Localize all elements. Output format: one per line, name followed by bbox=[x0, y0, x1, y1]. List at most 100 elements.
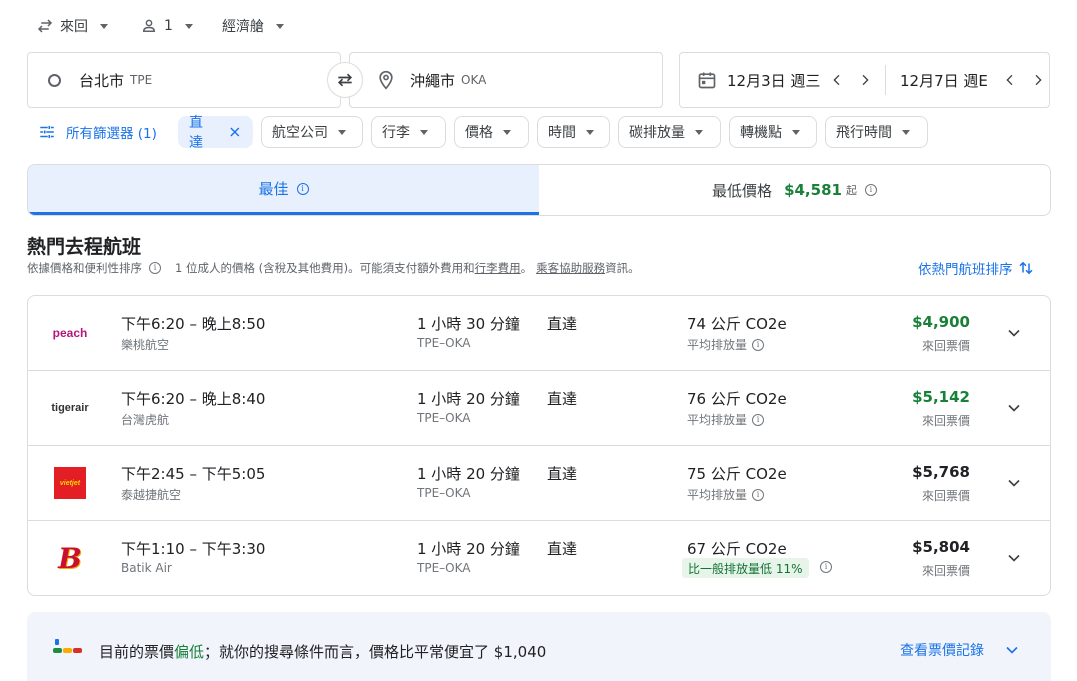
chevron-down-icon[interactable] bbox=[1004, 398, 1024, 418]
flight-row[interactable]: B 下午1:10 – 下午3:30 Batik Air 1 小時 20 分鐘 T… bbox=[28, 521, 1050, 595]
return-date[interactable]: 12月7日 週E bbox=[900, 70, 994, 91]
tab-cheapest-price: $4,581 bbox=[784, 181, 842, 199]
assistance-link[interactable]: 乘客協助服務 bbox=[536, 260, 605, 276]
info-icon[interactable]: i bbox=[820, 561, 832, 573]
emissions-note-text: 平均排放量 bbox=[687, 488, 748, 502]
insight-text-b: ；就你的搜尋條件而言，價格比平常便宜了 $1,040 bbox=[204, 643, 547, 661]
emissions-note-text: 平均排放量 bbox=[687, 413, 748, 427]
caret-down-icon bbox=[792, 129, 800, 135]
peach-logo-text: peach bbox=[52, 326, 88, 340]
flight-duration: 1 小時 20 分鐘 bbox=[417, 390, 520, 408]
depart-date[interactable]: 12月3日 週三 bbox=[727, 70, 821, 91]
flight-emissions: 67 公斤 CO2e bbox=[687, 540, 787, 558]
chevron-down-icon[interactable] bbox=[1004, 548, 1024, 568]
trip-type-select[interactable]: 來回 bbox=[36, 14, 108, 38]
person-icon bbox=[142, 19, 156, 32]
airline-logo-peach: peach bbox=[50, 316, 90, 350]
flight-times: 下午2:45 – 下午5:05 bbox=[121, 465, 266, 483]
prev-return-date-icon[interactable] bbox=[1002, 72, 1018, 88]
flight-stops: 直達 bbox=[547, 315, 578, 333]
origin-circle-icon bbox=[48, 73, 61, 87]
swap-locations-button[interactable] bbox=[327, 62, 363, 98]
flight-price: $5,768 bbox=[912, 463, 970, 481]
sort-label: 依熱門航班排序 bbox=[918, 262, 1013, 278]
flight-times: 下午1:10 – 下午3:30 bbox=[121, 540, 266, 558]
chevron-down-icon[interactable] bbox=[1002, 640, 1022, 660]
price-insight-text: 目前的票價偏低；就你的搜尋條件而言，價格比平常便宜了 $1,040 bbox=[99, 641, 546, 662]
close-icon[interactable] bbox=[228, 125, 242, 139]
destination-field[interactable]: 沖繩市 OKA bbox=[349, 52, 663, 108]
flight-route: TPE–OKA bbox=[417, 486, 471, 500]
airline-name: 台灣虎航 bbox=[121, 413, 170, 427]
chip-airlines[interactable]: 航空公司 bbox=[261, 116, 363, 148]
flight-emissions: 76 公斤 CO2e bbox=[687, 390, 787, 408]
chip-emissions[interactable]: 碳排放量 bbox=[618, 116, 721, 148]
flight-route: TPE–OKA bbox=[417, 411, 471, 425]
price-type: 來回票價 bbox=[921, 414, 970, 428]
sep-text: 。 bbox=[520, 261, 533, 275]
airline-name: 樂桃航空 bbox=[121, 338, 170, 352]
price-type: 來回票價 bbox=[921, 489, 970, 503]
location-pin-icon bbox=[379, 70, 393, 90]
date-field[interactable]: 12月3日 週三 12月7日 週E bbox=[679, 52, 1050, 108]
passenger-count: 1 bbox=[164, 18, 173, 34]
chip-connecting-airports[interactable]: 轉機點 bbox=[729, 116, 817, 148]
sort-arrows-icon bbox=[1018, 261, 1033, 275]
flight-stops: 直達 bbox=[547, 540, 578, 558]
airline-logo-vietjet: vietjet bbox=[50, 466, 90, 500]
chip-nonstop-active[interactable]: 直達 bbox=[178, 115, 253, 151]
origin-city: 台北市 bbox=[79, 71, 125, 90]
emissions-note: 平均排放量 i bbox=[687, 336, 765, 353]
next-date-icon[interactable] bbox=[857, 72, 873, 88]
flight-times: 下午6:20 – 晚上8:40 bbox=[121, 390, 266, 408]
airline-logo-tigerair: tigerair bbox=[50, 391, 90, 425]
chevron-down-icon[interactable] bbox=[1004, 473, 1024, 493]
all-filters-button[interactable]: 所有篩選器 (1) bbox=[38, 122, 157, 142]
airline-name: 泰越捷航空 bbox=[121, 488, 182, 502]
caret-down-icon bbox=[338, 129, 346, 135]
flight-list: peach 下午6:20 – 晚上8:50 樂桃航空 1 小時 30 分鐘 TP… bbox=[27, 295, 1051, 596]
info-icon[interactable]: i bbox=[296, 182, 309, 195]
sort-button[interactable]: 依熱門航班排序 bbox=[918, 258, 1035, 278]
caret-down-icon bbox=[420, 129, 428, 135]
caret-down-icon bbox=[695, 129, 703, 135]
info-icon[interactable]: i bbox=[864, 184, 877, 196]
info-icon[interactable]: i bbox=[752, 488, 765, 501]
info-icon[interactable]: i bbox=[752, 413, 765, 426]
flight-times: 下午6:20 – 晚上8:50 bbox=[121, 315, 266, 333]
destination-city: 沖繩市 bbox=[410, 71, 456, 90]
info-icon[interactable]: i bbox=[752, 338, 765, 351]
origin-code: TPE bbox=[130, 73, 153, 87]
chip-price[interactable]: 價格 bbox=[454, 116, 529, 148]
flight-row[interactable]: peach 下午6:20 – 晚上8:50 樂桃航空 1 小時 30 分鐘 TP… bbox=[28, 296, 1050, 371]
tigerair-logo-text: tigerair bbox=[51, 402, 89, 414]
swap-arrows-icon bbox=[37, 19, 53, 33]
chip-label: 價格 bbox=[465, 125, 493, 141]
swap-icon bbox=[337, 73, 353, 87]
view-price-history-button[interactable]: 查看票價記錄 bbox=[900, 640, 984, 660]
tab-best[interactable]: 最佳 i bbox=[28, 165, 539, 215]
chip-time[interactable]: 時間 bbox=[537, 116, 610, 148]
chip-baggage[interactable]: 行李 bbox=[371, 116, 446, 148]
caret-down-icon bbox=[902, 129, 910, 135]
passenger-select[interactable]: 1 bbox=[140, 14, 193, 38]
prev-date-icon[interactable] bbox=[829, 72, 845, 88]
batik-logo-text: B bbox=[58, 541, 82, 575]
baggage-fees-link[interactable]: 行李費用 bbox=[475, 260, 521, 276]
flight-row[interactable]: vietjet 下午2:45 – 下午5:05 泰越捷航空 1 小時 20 分鐘… bbox=[28, 446, 1050, 521]
flight-route: TPE–OKA bbox=[417, 561, 471, 575]
flight-row[interactable]: tigerair 下午6:20 – 晚上8:40 台灣虎航 1 小時 20 分鐘… bbox=[28, 371, 1050, 446]
flight-route: TPE–OKA bbox=[417, 336, 471, 350]
cabin-select[interactable]: 經濟艙 bbox=[222, 14, 284, 38]
tab-cheapest[interactable]: 最低價格 $4,581 起 i bbox=[539, 165, 1050, 215]
chevron-down-icon[interactable] bbox=[1004, 323, 1024, 343]
calendar-icon bbox=[698, 72, 716, 89]
emissions-note-text: 平均排放量 bbox=[687, 338, 748, 352]
insight-low-label: 偏低 bbox=[174, 643, 205, 661]
origin-field[interactable]: 台北市 TPE bbox=[27, 52, 341, 108]
next-return-date-icon[interactable] bbox=[1030, 72, 1046, 88]
info-icon[interactable]: i bbox=[149, 262, 161, 274]
airline-logo-batik: B bbox=[50, 541, 90, 575]
chip-label: 碳排放量 bbox=[629, 125, 685, 141]
chip-duration[interactable]: 飛行時間 bbox=[825, 116, 928, 148]
